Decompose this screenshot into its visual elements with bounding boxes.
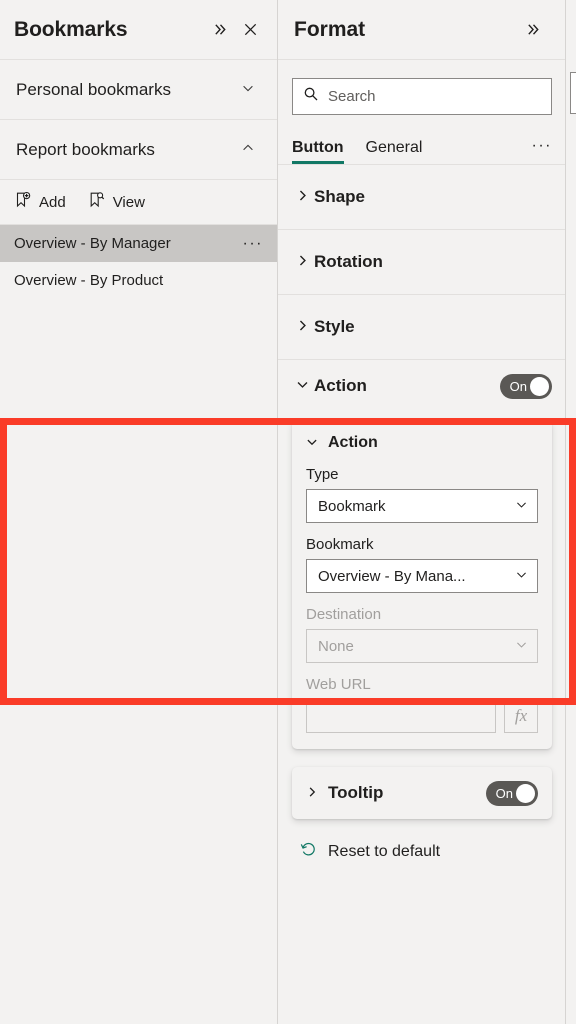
chevron-down-icon: [306, 435, 318, 451]
accordion-action[interactable]: Action On: [278, 360, 566, 412]
tab-button[interactable]: Button: [292, 139, 344, 164]
bookmarks-list: Overview - By Manager ··· Overview - By …: [0, 225, 277, 1024]
add-bookmark-button[interactable]: Add: [14, 191, 66, 213]
chevron-right-icon: [296, 319, 314, 335]
bookmarks-section-personal-label: Personal bookmarks: [16, 79, 171, 99]
tooltip-toggle[interactable]: On: [486, 780, 538, 806]
accordion-action-label: Action: [314, 376, 367, 395]
search-icon: [303, 86, 319, 107]
accordion-shape-label: Shape: [314, 187, 366, 206]
accordion-style-label: Style: [314, 317, 355, 336]
offscreen-input-edge: [570, 72, 576, 114]
action-card-header[interactable]: Action: [306, 434, 538, 452]
chevron-down-icon: [515, 498, 528, 514]
weburl-field-label: Web URL: [306, 676, 371, 693]
tabs-overflow-ellipsis-icon[interactable]: ···: [532, 137, 552, 164]
chevron-down-icon: [296, 378, 314, 394]
accordion-tooltip-label: Tooltip: [328, 783, 384, 802]
accordion-rotation[interactable]: Rotation: [278, 230, 566, 295]
action-toggle[interactable]: On: [500, 373, 552, 399]
reset-to-default-button[interactable]: Reset to default: [278, 819, 566, 863]
add-bookmark-label: Add: [39, 193, 66, 211]
tab-general-label: General: [365, 139, 423, 156]
tab-button-label: Button: [292, 139, 344, 156]
close-icon[interactable]: [237, 17, 263, 43]
tab-general[interactable]: General: [366, 139, 423, 164]
type-field-label: Type: [306, 466, 339, 483]
bookmark-item-label: Overview - By Product: [14, 272, 164, 289]
chevron-down-icon: [515, 638, 528, 654]
bookmarks-section-personal[interactable]: Personal bookmarks: [0, 60, 277, 120]
double-chevron-right-icon[interactable]: [207, 17, 233, 43]
bookmark-view-icon: [88, 191, 106, 213]
destination-dropdown-value: None: [318, 637, 354, 655]
chevron-down-icon: [241, 81, 255, 98]
search-input[interactable]: Search: [292, 78, 552, 115]
ellipsis-icon[interactable]: ···: [243, 235, 265, 253]
weburl-row: fx: [306, 699, 538, 733]
power-bi-panes: Bookmarks Personal bookmarks Report book…: [0, 0, 576, 1024]
view-bookmark-button[interactable]: View: [88, 191, 145, 213]
tooltip-toggle-label: On: [495, 785, 513, 801]
toggle-knob: [516, 783, 535, 803]
type-dropdown[interactable]: Bookmark: [306, 489, 538, 523]
format-search-wrapper: Search: [278, 60, 566, 115]
bookmarks-toolbar: Add View: [0, 180, 277, 225]
format-tabs: Button General ···: [278, 115, 566, 165]
action-toggle-label: On: [509, 378, 527, 394]
accordion-rotation-label: Rotation: [314, 252, 383, 271]
accordion-shape[interactable]: Shape: [278, 165, 566, 230]
bookmark-item-overview-by-manager[interactable]: Overview - By Manager ···: [0, 225, 277, 262]
reset-to-default-label: Reset to default: [328, 843, 441, 860]
destination-field-label: Destination: [306, 606, 382, 623]
weburl-input: [306, 699, 496, 733]
accordion-style[interactable]: Style: [278, 295, 566, 360]
format-header: Format: [278, 0, 566, 60]
pane-edge-divider: [565, 0, 566, 1024]
bookmarks-section-report-label: Report bookmarks: [16, 139, 155, 159]
format-pane: Format Search Button General ··· Shape R…: [278, 0, 576, 1024]
toggle-knob: [530, 376, 549, 396]
bookmark-item-overview-by-product[interactable]: Overview - By Product: [0, 262, 277, 299]
bookmark-field-label: Bookmark: [306, 536, 374, 553]
chevron-right-icon: [306, 785, 318, 801]
type-dropdown-value: Bookmark: [318, 497, 386, 515]
bookmarks-title: Bookmarks: [14, 17, 128, 41]
bookmark-dropdown-value: Overview - By Mana...: [318, 567, 466, 585]
bookmark-item-label: Overview - By Manager: [14, 235, 171, 252]
format-body: Shape Rotation Style Action On Action Ty…: [278, 165, 566, 1024]
fx-button: fx: [504, 699, 538, 733]
chevron-down-icon: [515, 568, 528, 584]
search-placeholder: Search: [328, 88, 376, 105]
undo-icon: [300, 841, 317, 863]
bookmark-dropdown[interactable]: Overview - By Mana...: [306, 559, 538, 593]
chevron-up-icon: [241, 141, 255, 158]
bookmarks-header: Bookmarks: [0, 0, 277, 60]
action-card-label: Action: [328, 434, 378, 451]
bookmark-add-icon: [14, 191, 32, 213]
destination-dropdown: None: [306, 629, 538, 663]
chevron-right-icon: [296, 254, 314, 270]
action-card: Action Type Bookmark Bookmark Overview -…: [292, 420, 552, 749]
bookmarks-section-report[interactable]: Report bookmarks: [0, 120, 277, 180]
action-section: Action On Action Type Bookmark Bookmark …: [278, 360, 566, 749]
bookmarks-pane: Bookmarks Personal bookmarks Report book…: [0, 0, 278, 1024]
accordion-tooltip[interactable]: Tooltip On: [292, 767, 552, 819]
chevron-right-icon: [296, 189, 314, 205]
double-chevron-right-icon[interactable]: [520, 17, 546, 43]
format-title: Format: [294, 17, 366, 41]
view-bookmark-label: View: [112, 193, 145, 211]
